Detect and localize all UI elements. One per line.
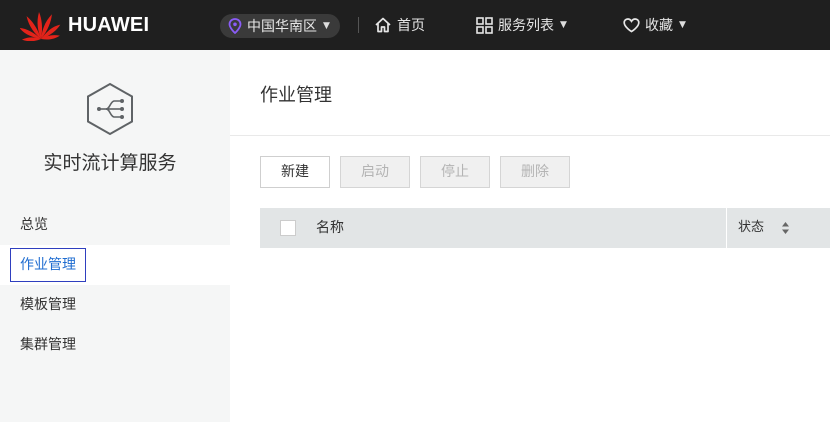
huawei-logo[interactable]: HUAWEI — [20, 9, 149, 41]
stream-hexagon-icon — [87, 82, 133, 136]
stop-button[interactable]: 停止 — [420, 156, 490, 188]
region-label: 中国华南区 — [247, 19, 317, 35]
nav-service-list-label: 服务列表 — [498, 18, 554, 34]
column-header-name[interactable]: 名称 — [316, 208, 344, 248]
nav-favorites-label: 收藏 — [645, 18, 673, 34]
chevron-down-icon: ▼ — [679, 20, 686, 30]
table-header: 名称 状态 — [260, 208, 830, 248]
huawei-petal-icon — [20, 12, 61, 41]
brand-name: HUAWEI — [68, 13, 150, 36]
sidebar-item-job-management[interactable]: 作业管理 — [0, 245, 230, 285]
sidebar-item-template-management[interactable]: 模板管理 — [0, 285, 230, 325]
nav-service-list[interactable]: 服务列表 ▼ — [476, 14, 567, 36]
nav-favorites[interactable]: 收藏 ▼ — [623, 14, 686, 36]
delete-button[interactable]: 删除 — [500, 156, 570, 188]
select-all-checkbox[interactable] — [280, 220, 296, 236]
location-pin-icon — [228, 18, 242, 34]
create-button[interactable]: 新建 — [260, 156, 330, 188]
top-navigation-bar: HUAWEI 中国华南区 ▼ 首页 服务列表 ▼ 收藏 ▼ — [0, 0, 830, 50]
sidebar-item-cluster-management[interactable]: 集群管理 — [0, 325, 230, 365]
nav-home[interactable]: 首页 — [374, 14, 425, 36]
sidebar-item-overview[interactable]: 总览 — [0, 205, 230, 245]
nav-divider — [358, 17, 359, 33]
start-button[interactable]: 启动 — [340, 156, 410, 188]
sidebar-item-label: 模板管理 — [20, 297, 76, 313]
service-name: 实时流计算服务 — [43, 152, 177, 174]
sidebar-item-label: 集群管理 — [20, 337, 76, 353]
sort-icon[interactable] — [781, 221, 790, 235]
heart-icon — [623, 17, 640, 32]
home-icon — [375, 17, 391, 33]
column-header-status[interactable]: 状态 — [738, 208, 764, 248]
title-divider — [230, 135, 830, 136]
sidebar-item-label: 作业管理 — [10, 248, 86, 282]
chevron-down-icon: ▼ — [560, 20, 567, 30]
region-selector[interactable]: 中国华南区 ▼ — [220, 14, 340, 38]
page-title: 作业管理 — [260, 85, 332, 106]
nav-home-label: 首页 — [397, 18, 425, 34]
grid-icon — [476, 16, 493, 34]
sidebar: 实时流计算服务 总览 作业管理 模板管理 集群管理 — [0, 50, 230, 422]
sidebar-item-label: 总览 — [20, 217, 48, 233]
chevron-down-icon: ▼ — [323, 21, 330, 31]
column-divider[interactable] — [726, 208, 727, 248]
